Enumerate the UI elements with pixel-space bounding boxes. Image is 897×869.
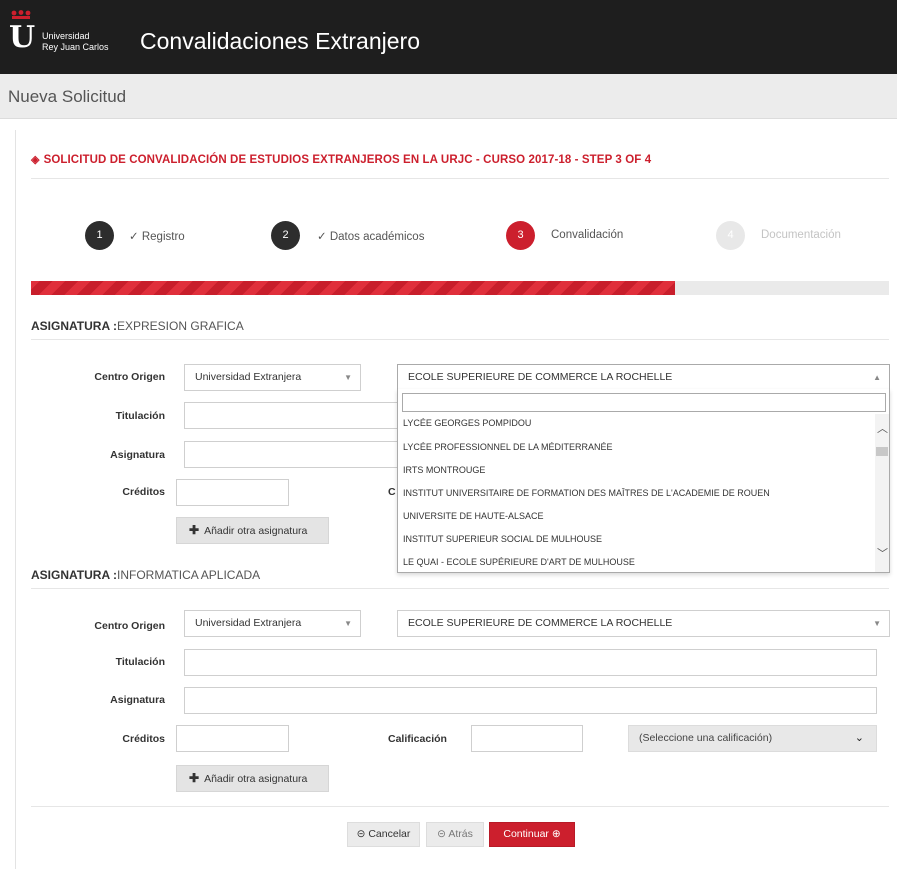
calificacion-input[interactable]: [471, 725, 583, 752]
dropdown-option[interactable]: LE QUAI - ECOLE SUPÉRIEURE D'ART DE MULH…: [403, 557, 635, 567]
page-title: ◈ SOLICITUD DE CONVALIDACIÓN DE ESTUDIOS …: [31, 154, 652, 166]
titulacion-input[interactable]: [184, 649, 877, 676]
add-subject-button[interactable]: ✚ Añadir otra asignatura: [176, 765, 329, 792]
creditos-label: Créditos: [122, 486, 165, 498]
calificacion-label: Calificación: [388, 733, 447, 745]
continue-button[interactable]: Continuar ⊕: [489, 822, 575, 847]
dropdown-option[interactable]: UNIVERSITE DE HAUTE-ALSACE: [403, 511, 544, 521]
crown-icon: [11, 10, 31, 19]
app-title: Convalidaciones Extranjero: [140, 28, 420, 54]
step-3-circle: 3: [506, 221, 535, 250]
progress-fill: [31, 281, 675, 295]
caret-down-icon: ▼: [344, 619, 352, 628]
calificacion-label: C: [388, 486, 396, 498]
divider: [31, 588, 889, 589]
step-2-circle: 2: [271, 221, 300, 250]
centro-origen-label: Centro Origen: [94, 620, 165, 632]
back-button[interactable]: ⊝ Atrás: [426, 822, 484, 847]
dropdown-option[interactable]: IRTS MONTROUGE: [403, 465, 485, 475]
titulacion-input[interactable]: [184, 402, 404, 429]
check-icon: ✓: [129, 231, 142, 243]
dropdown-option[interactable]: LYCÉE PROFESSIONNEL DE LA MÉDITERRANÉE: [403, 442, 613, 452]
divider: [31, 178, 889, 179]
step-4-circle: 4: [716, 221, 745, 250]
calificacion-select[interactable]: (Seleccione una calificación) ⌄: [628, 725, 877, 752]
check-icon: ✓: [317, 231, 330, 243]
dropdown-option[interactable]: INSTITUT UNIVERSITAIRE DE FORMATION DES …: [403, 488, 770, 498]
add-subject-button[interactable]: ✚ Añadir otra asignatura: [176, 517, 329, 544]
circle-arrow-left-icon: ⊝: [437, 828, 449, 840]
chevron-down-icon: ⌄: [854, 732, 864, 744]
titulacion-label: Titulación: [115, 410, 165, 422]
centro-type-select[interactable]: Universidad Extranjera ▼: [184, 610, 361, 637]
creditos-label: Créditos: [122, 733, 165, 745]
divider: [31, 806, 889, 807]
circle-arrow-left-icon: ⊝: [356, 828, 369, 840]
subject-heading: ASIGNATURA :INFORMATICA APLICADA: [31, 568, 261, 582]
content-border: [15, 130, 16, 869]
dropdown-option[interactable]: LYCÉE GEORGES POMPIDOU: [403, 418, 531, 428]
step-3-label: Convalidación: [551, 229, 624, 241]
step-2-label: ✓ Datos académicos: [317, 231, 425, 243]
plus-icon: ✚: [189, 771, 200, 785]
plus-icon: ✚: [189, 523, 200, 537]
logo-text: Universidad Rey Juan Carlos: [42, 31, 109, 52]
titulacion-label: Titulación: [115, 656, 165, 668]
cancel-button[interactable]: ⊝ Cancelar: [347, 822, 420, 847]
subject-heading: ASIGNATURA :EXPRESION GRAFICA: [31, 319, 244, 333]
step-1-label: ✓ Registro: [129, 231, 185, 243]
centro-name-select[interactable]: ECOLE SUPERIEURE DE COMMERCE LA ROCHELLE…: [397, 610, 890, 637]
creditos-input[interactable]: [176, 479, 289, 506]
top-bar: [0, 0, 897, 74]
circle-arrow-right-icon: ⊕: [548, 828, 561, 840]
asignatura-input[interactable]: [184, 687, 877, 714]
caret-down-icon: ▼: [344, 373, 352, 382]
divider: [31, 339, 889, 340]
centro-type-select[interactable]: Universidad Extranjera ▼: [184, 364, 361, 391]
step-4-label: Documentación: [761, 229, 841, 241]
chevron-up-icon[interactable]: ︿: [877, 420, 888, 436]
asignatura-label: Asignatura: [110, 694, 165, 706]
centro-dropdown: [397, 389, 890, 573]
centro-origen-label: Centro Origen: [94, 371, 165, 383]
logo-letter: U: [9, 20, 36, 55]
caret-down-icon: ▼: [873, 619, 881, 628]
step-1-circle: 1: [85, 221, 114, 250]
centro-name-select[interactable]: ECOLE SUPERIEURE DE COMMERCE LA ROCHELLE…: [397, 364, 890, 391]
sub-header-bar: [0, 74, 897, 119]
caret-up-icon: ▲: [873, 373, 881, 382]
chevron-down-icon[interactable]: ﹀: [877, 545, 888, 561]
asignatura-input[interactable]: [184, 441, 404, 468]
layers-icon: ◈: [31, 154, 40, 166]
dropdown-search-input[interactable]: [402, 393, 886, 412]
page-subtitle: Nueva Solicitud: [8, 87, 127, 106]
asignatura-label: Asignatura: [110, 449, 165, 461]
creditos-input[interactable]: [176, 725, 289, 752]
scrollbar-thumb[interactable]: [876, 447, 888, 456]
dropdown-option[interactable]: INSTITUT SUPERIEUR SOCIAL DE MULHOUSE: [403, 534, 602, 544]
